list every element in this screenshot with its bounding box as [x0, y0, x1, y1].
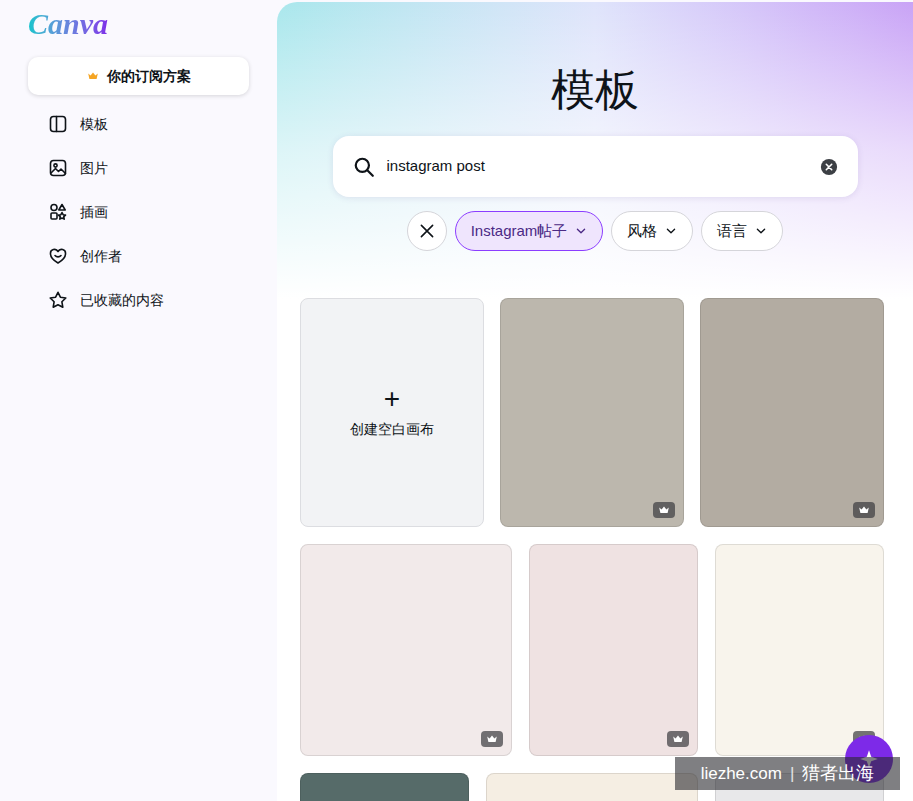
clear-search-icon [820, 158, 838, 176]
filter-chip[interactable]: Instagram帖子 [455, 211, 604, 251]
watermark-separator: | [790, 761, 794, 787]
template-card[interactable] [500, 298, 684, 527]
crown-icon [87, 70, 99, 82]
blank-canvas-card[interactable]: + 创建空白画布 [300, 298, 484, 527]
subscription-button[interactable]: 你的订阅方案 [28, 57, 249, 95]
chevron-down-icon [755, 225, 767, 237]
sidebar: Canva 你的订阅方案模板图片插画创作者已收藏的内容 [0, 0, 277, 801]
search-icon [353, 156, 375, 178]
sidebar-item[interactable]: 已收藏的内容 [28, 278, 249, 322]
premium-badge [853, 502, 875, 518]
logo[interactable]: Canva [28, 8, 249, 40]
filter-bar: Instagram帖子 风格 语言 [277, 211, 913, 251]
clear-filters-button[interactable] [407, 211, 447, 251]
template-row [300, 544, 913, 756]
sidebar-item-label[interactable]: 创作者 [80, 246, 122, 267]
image-icon [48, 158, 68, 178]
filter-chip-label[interactable]: Instagram帖子 [471, 220, 568, 243]
chevron-down-icon [575, 225, 587, 237]
premium-badge [481, 731, 503, 747]
premium-badge [653, 502, 675, 518]
watermark: liezhe.com | 猎者出海 [675, 757, 900, 790]
template-card[interactable] [300, 773, 469, 801]
filter-chip-label[interactable]: 语言 [717, 220, 747, 243]
main-panel: 模板 instagram post Instagram帖子 风格 语言 + 创建空白画布 [277, 2, 913, 801]
crown-icon [486, 733, 498, 745]
close-icon [419, 223, 435, 239]
template-icon [48, 114, 68, 134]
filter-chip[interactable]: 风格 [611, 211, 693, 251]
sidebar-item[interactable]: 模板 [28, 102, 249, 146]
crown-icon [658, 504, 670, 516]
sidebar-item[interactable]: 插画 [28, 190, 249, 234]
chevron-down-icon [665, 225, 677, 237]
star-icon [48, 290, 68, 310]
template-card[interactable] [715, 544, 884, 756]
template-row: + 创建空白画布 [300, 298, 913, 527]
subscription-label[interactable]: 你的订阅方案 [107, 66, 191, 87]
sidebar-item[interactable]: 创作者 [28, 234, 249, 278]
sidebar-item[interactable]: 图片 [28, 146, 249, 190]
sidebar-item-label[interactable]: 插画 [80, 202, 108, 223]
plus-glyph[interactable]: + [384, 385, 400, 413]
premium-badge [667, 731, 689, 747]
template-card[interactable] [486, 773, 698, 801]
logo-text[interactable]: Canva [28, 8, 108, 40]
filter-chip[interactable]: 语言 [701, 211, 783, 251]
creator-heart-icon [48, 246, 68, 266]
header: 模板 instagram post Instagram帖子 风格 语言 [277, 2, 913, 299]
search-box[interactable]: instagram post [333, 136, 858, 197]
sidebar-item-label[interactable]: 已收藏的内容 [80, 290, 164, 311]
template-card[interactable] [300, 544, 512, 756]
template-card[interactable] [700, 298, 884, 527]
watermark-site: liezhe.com [701, 761, 782, 787]
blank-canvas-label[interactable]: 创建空白画布 [350, 419, 434, 440]
sidebar-item-label[interactable]: 图片 [80, 158, 108, 179]
watermark-brand: 猎者出海 [802, 760, 874, 787]
sidebar-item-label[interactable]: 模板 [80, 114, 108, 135]
page-title: 模板 [277, 2, 913, 120]
sidebar-nav: 模板图片插画创作者已收藏的内容 [28, 102, 249, 322]
template-grid: + 创建空白画布 [277, 298, 913, 801]
filter-chip-label[interactable]: 风格 [627, 220, 657, 243]
crown-icon [858, 504, 870, 516]
crown-icon [672, 733, 684, 745]
template-card[interactable] [529, 544, 698, 756]
search-input[interactable]: instagram post [387, 155, 808, 178]
shapes-icon [48, 202, 68, 222]
